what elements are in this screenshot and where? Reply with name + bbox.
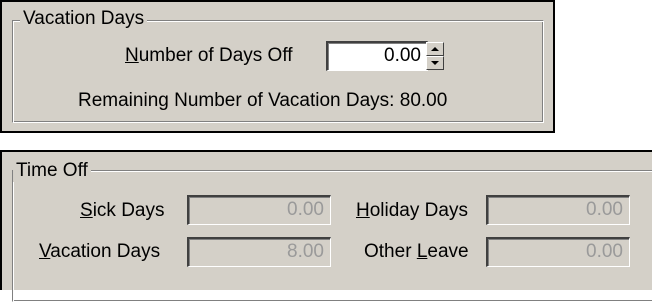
spin-up-button[interactable]: [426, 42, 444, 56]
sick-days-mnemonic: S: [80, 200, 93, 221]
arrow-down-icon: [431, 61, 439, 65]
remaining-vacation-days-label: Remaining Number of Vacation Days:: [78, 90, 395, 111]
remaining-vacation-days-text: Remaining Number of Vacation Days: 80.00: [78, 89, 447, 113]
other-leave-label: Other Leave: [364, 240, 469, 264]
arrow-up-icon: [431, 47, 439, 51]
number-of-days-off-label: Number of Days Off: [125, 44, 293, 68]
vacation-days-label: Vacation Days: [39, 240, 160, 264]
vacation-days-label-text: acation Days: [50, 241, 161, 262]
other-leave-mnemonic: L: [416, 241, 428, 262]
days-off-spinner: [426, 42, 444, 70]
other-leave-field[interactable]: 0.00: [486, 237, 630, 267]
holiday-days-mnemonic: H: [356, 200, 370, 221]
sick-days-field[interactable]: 0.00: [187, 195, 331, 225]
remaining-vacation-days-value: 80.00: [399, 90, 448, 111]
holiday-days-field[interactable]: 0.00: [486, 195, 630, 225]
time-off-panel: Time Off Sick Days 0.00 Holiday Days 0.0…: [0, 150, 652, 302]
number-of-days-off-mnemonic: N: [125, 45, 139, 66]
sick-days-label: Sick Days: [80, 199, 164, 223]
holiday-days-label: Holiday Days: [356, 199, 468, 223]
sick-days-label-text: ick Days: [92, 200, 165, 221]
number-of-days-off-input[interactable]: 0.00: [326, 41, 428, 71]
other-leave-label-text: eave: [427, 241, 469, 262]
vacation-days-field[interactable]: 8.00: [187, 237, 331, 267]
other-leave-label-prefix: Other: [364, 241, 417, 262]
number-of-days-off-label-text: umber of Days Off: [138, 45, 293, 66]
time-off-groupbox: [12, 170, 652, 302]
time-off-group-title: Time Off: [13, 160, 91, 182]
holiday-days-label-text: oliday Days: [369, 200, 468, 221]
spin-down-button[interactable]: [426, 56, 444, 70]
vacation-days-mnemonic: V: [39, 241, 51, 262]
vacation-days-group-title: Vacation Days: [20, 8, 148, 30]
vacation-days-panel: Vacation Days Number of Days Off 0.00 Re…: [0, 0, 555, 133]
